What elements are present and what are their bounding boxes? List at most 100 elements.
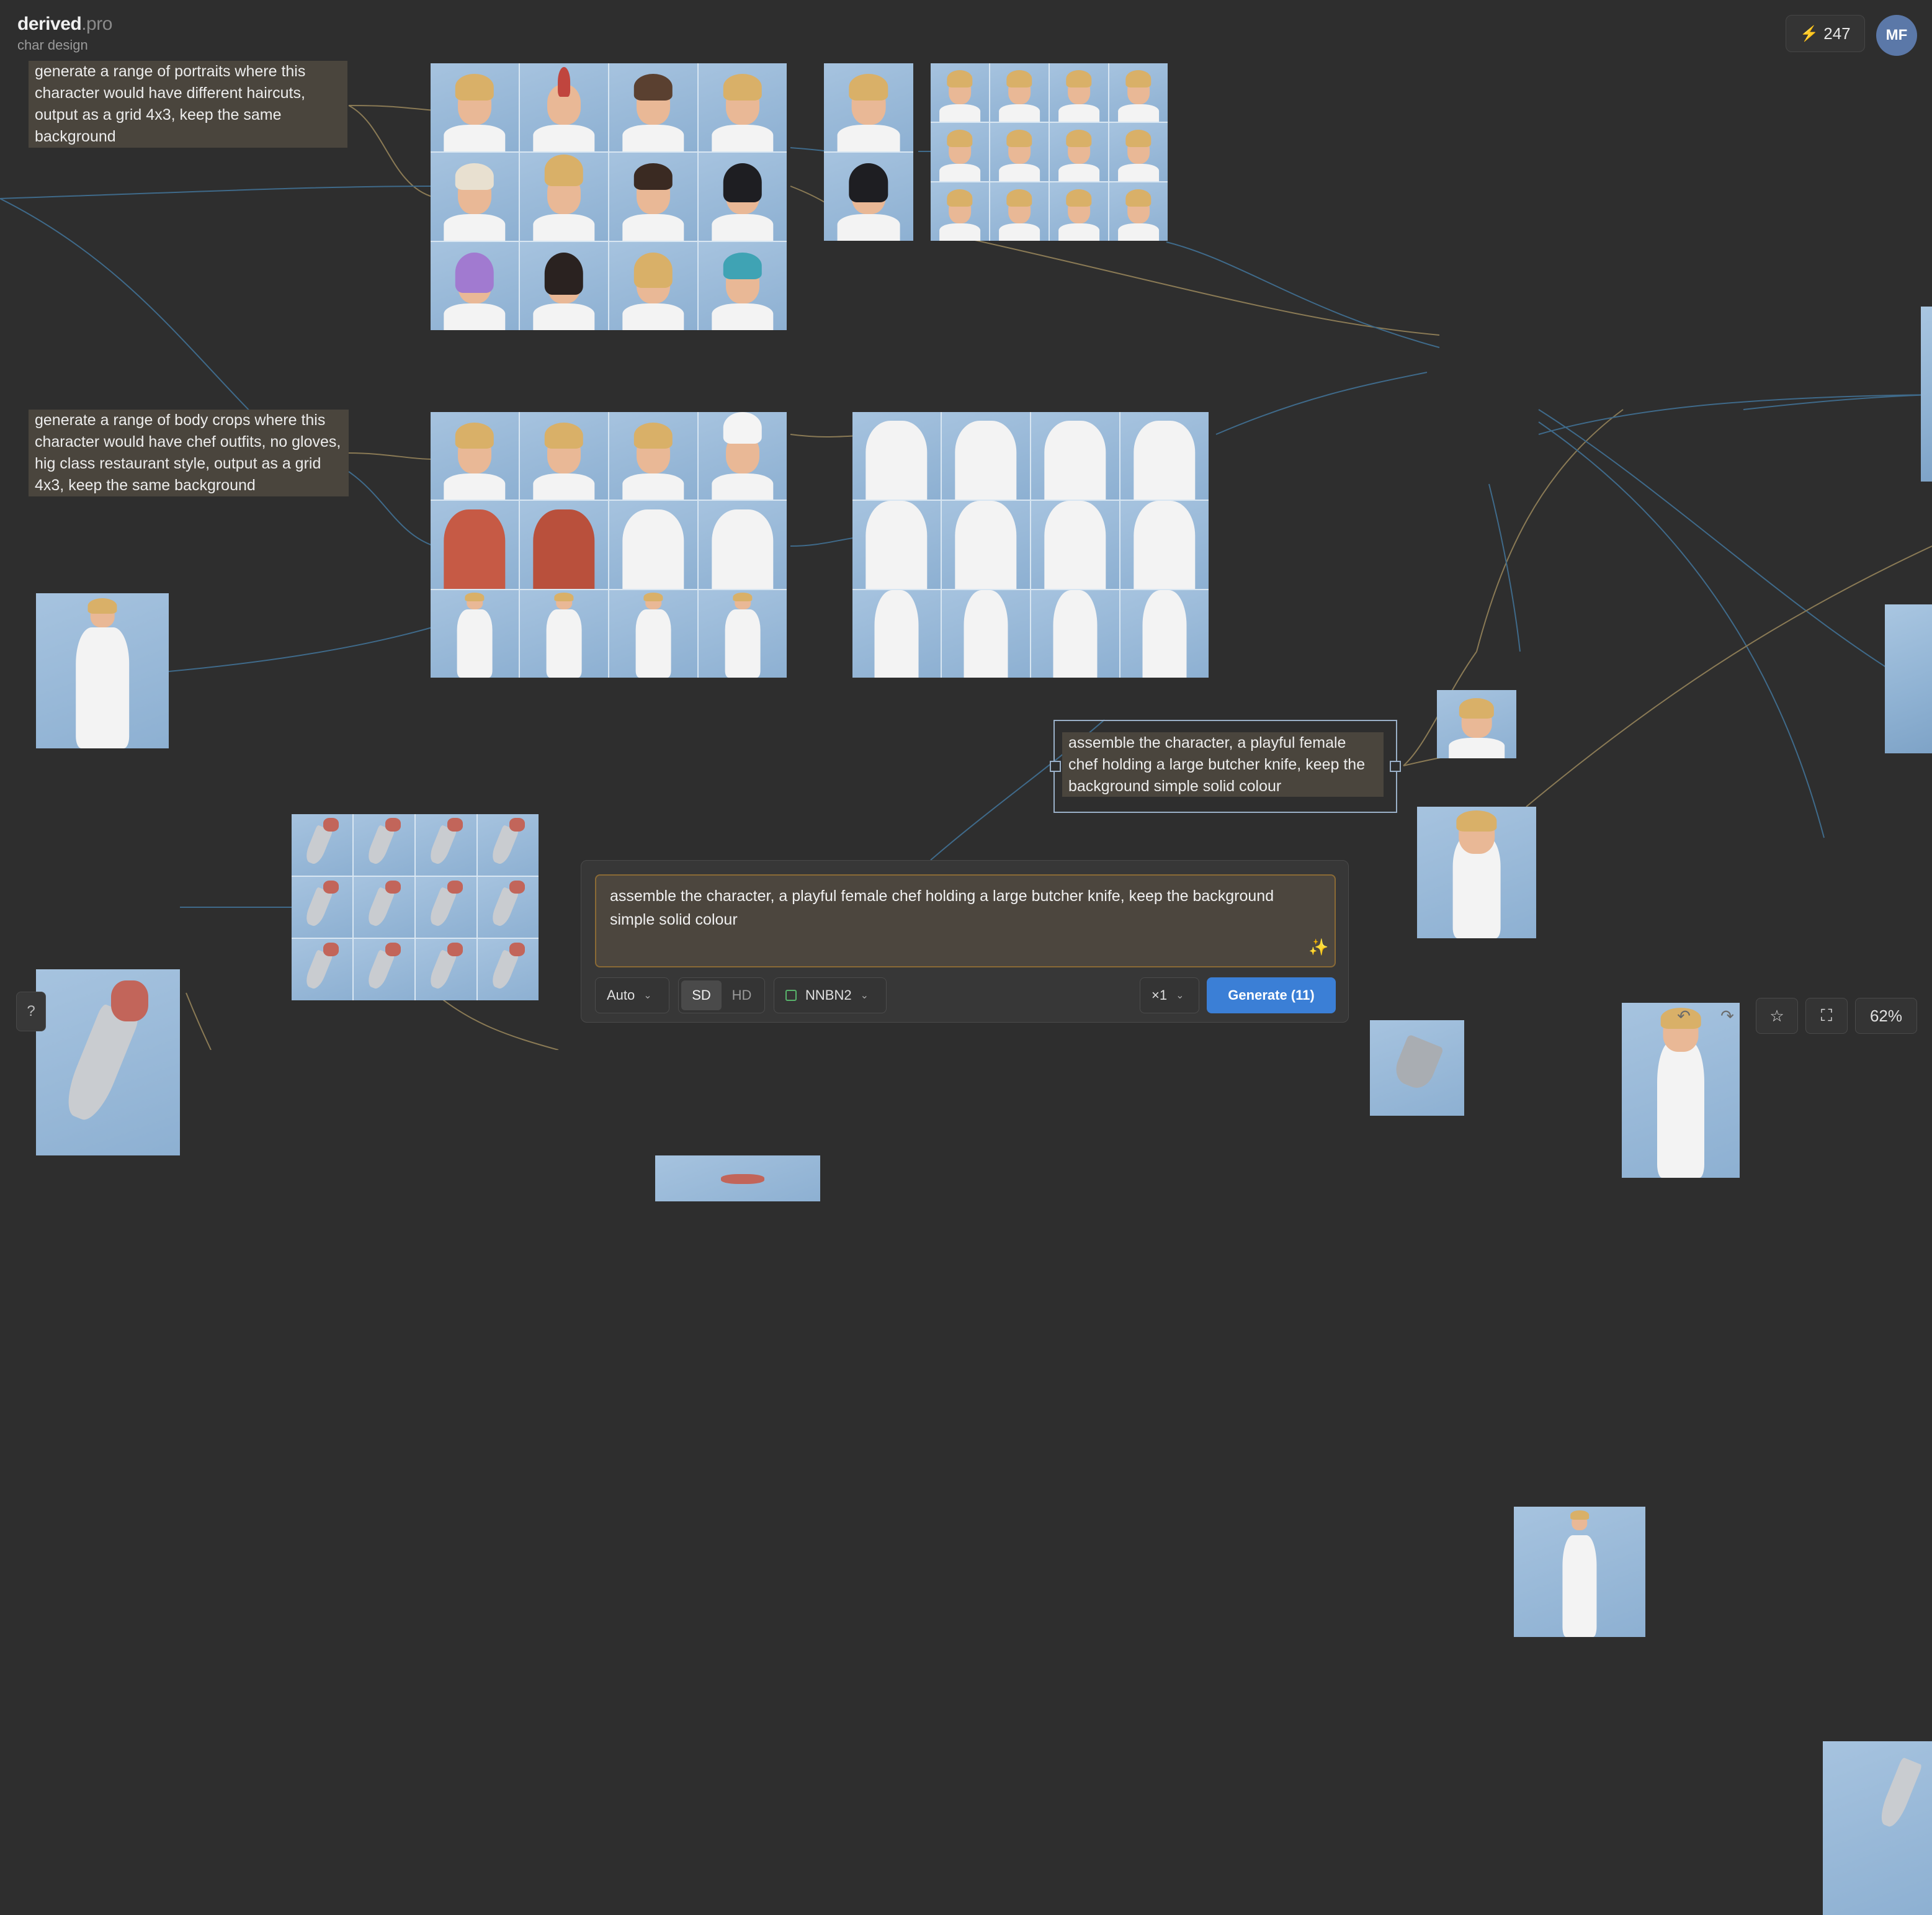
knife-tile xyxy=(478,814,539,876)
chevron-down-icon: ⌄ xyxy=(643,990,652,1001)
outfit-tile xyxy=(520,501,608,589)
count-select[interactable]: ×1 ⌄ xyxy=(1140,977,1199,1013)
portrait-tile xyxy=(1109,182,1168,241)
knife-tile xyxy=(354,814,414,876)
portrait-tile xyxy=(990,63,1049,122)
model-select[interactable]: NNBN2 ⌄ xyxy=(774,977,887,1013)
quality-option-hd[interactable]: HD xyxy=(722,980,762,1010)
count-value: ×1 xyxy=(1152,987,1168,1003)
outfit-tile xyxy=(1120,590,1209,678)
outfit-tile xyxy=(852,501,941,589)
portrait-tile xyxy=(609,242,697,330)
image-model-icon xyxy=(785,990,797,1001)
outfit-tile xyxy=(699,590,787,678)
redo-icon[interactable]: ↷ xyxy=(1710,998,1745,1034)
chef-torso-image[interactable] xyxy=(1417,807,1536,938)
portrait-tile xyxy=(699,153,787,241)
knife-tile xyxy=(478,939,539,1000)
outfit-tile xyxy=(431,501,519,589)
outfit-tile xyxy=(431,590,519,678)
knife-hand-image[interactable] xyxy=(36,969,180,1155)
help-button[interactable]: ? xyxy=(16,992,46,1031)
fullscreen-icon[interactable]: ⛶ xyxy=(1805,998,1848,1034)
right-connector-handle[interactable] xyxy=(1390,761,1401,772)
portrait-tile xyxy=(1109,123,1168,181)
knife-tile xyxy=(292,939,352,1000)
expression-grid-image[interactable] xyxy=(931,63,1168,241)
edge-image-bottom[interactable] xyxy=(1823,1741,1932,1915)
outfit-grid-image[interactable] xyxy=(431,412,787,678)
portrait-tile xyxy=(1050,63,1108,122)
outfit-tile xyxy=(520,590,608,678)
outfit-tile xyxy=(1031,590,1119,678)
chef-full-body-image[interactable] xyxy=(1514,1507,1645,1637)
portrait-tile xyxy=(609,153,697,241)
knife-tile xyxy=(478,876,539,938)
knife-tile xyxy=(416,814,476,876)
portrait-tile xyxy=(824,63,913,151)
outfit-tile xyxy=(852,412,941,500)
knife-partial-image[interactable] xyxy=(655,1155,820,1201)
outfit-tile xyxy=(699,501,787,589)
portrait-tile xyxy=(931,63,989,122)
aspect-select[interactable]: Auto ⌄ xyxy=(595,977,669,1013)
knife-tile xyxy=(416,876,476,938)
outfit-tile xyxy=(1031,412,1119,500)
portrait-tile xyxy=(520,242,608,330)
outfit-tile xyxy=(699,412,787,500)
quality-option-sd[interactable]: SD xyxy=(681,980,722,1010)
left-connector-handle[interactable] xyxy=(1050,761,1061,772)
credits-badge[interactable]: ⚡ 247 xyxy=(1786,15,1865,52)
edge-image-top[interactable] xyxy=(1921,307,1932,482)
white-outfit-grid-image[interactable] xyxy=(852,412,1209,678)
generate-button[interactable]: Generate (11) xyxy=(1207,977,1336,1013)
prompt-note-haircuts[interactable]: generate a range of portraits where this… xyxy=(29,61,347,148)
portrait-tile xyxy=(699,63,787,151)
avatar[interactable]: MF xyxy=(1876,15,1917,56)
outfit-tile xyxy=(942,412,1030,500)
app-logo[interactable]: derived.pro xyxy=(17,14,112,35)
outfit-tile xyxy=(1120,412,1209,500)
chevron-down-icon: ⌄ xyxy=(1176,990,1184,1001)
edge-image-middle[interactable] xyxy=(1885,604,1932,753)
outfit-tile xyxy=(942,590,1030,678)
knife-grid-image[interactable] xyxy=(292,814,539,1000)
portrait-tile xyxy=(520,63,608,151)
portrait-tile xyxy=(1109,63,1168,122)
chevron-down-icon: ⌄ xyxy=(860,990,869,1001)
outfit-tile xyxy=(520,412,608,500)
portrait-tile xyxy=(1050,182,1108,241)
credits-count: 247 xyxy=(1823,24,1851,43)
chef-portrait-image[interactable] xyxy=(1437,690,1516,758)
portrait-tile xyxy=(431,153,519,241)
outfit-tile xyxy=(609,501,697,589)
outfit-tile xyxy=(852,590,941,678)
zoom-level[interactable]: 62% xyxy=(1855,998,1917,1034)
knife-tile xyxy=(354,939,414,1000)
outfit-tile xyxy=(431,412,519,500)
undo-icon[interactable]: ↶ xyxy=(1666,998,1701,1034)
haircut-grid-image[interactable] xyxy=(431,63,787,330)
knife-tile xyxy=(292,876,352,938)
portrait-tile xyxy=(609,63,697,151)
portrait-tile xyxy=(824,153,913,241)
outfit-tile xyxy=(942,501,1030,589)
lightning-icon: ⚡ xyxy=(1800,25,1819,42)
prompt-input[interactable]: assemble the character, a playful female… xyxy=(595,874,1336,967)
cleaver-image[interactable] xyxy=(1370,1020,1464,1116)
portrait-tile xyxy=(431,242,519,330)
portrait-tile xyxy=(520,153,608,241)
portrait-tile xyxy=(931,123,989,181)
prompt-note-assemble[interactable]: assemble the character, a playful female… xyxy=(1062,732,1384,797)
model-value: NNBN2 xyxy=(805,987,852,1003)
app-brand: derived.pro char design xyxy=(17,14,112,53)
knife-tile xyxy=(354,876,414,938)
knife-tile xyxy=(292,814,352,876)
chef-body-image[interactable] xyxy=(36,593,169,748)
project-name[interactable]: char design xyxy=(17,37,112,53)
prompt-note-outfits[interactable]: generate a range of body crops where thi… xyxy=(29,410,349,496)
haircut-selection-image[interactable] xyxy=(824,63,913,241)
portrait-tile xyxy=(431,63,519,151)
star-icon[interactable]: ☆ xyxy=(1756,998,1798,1034)
portrait-tile xyxy=(990,182,1049,241)
